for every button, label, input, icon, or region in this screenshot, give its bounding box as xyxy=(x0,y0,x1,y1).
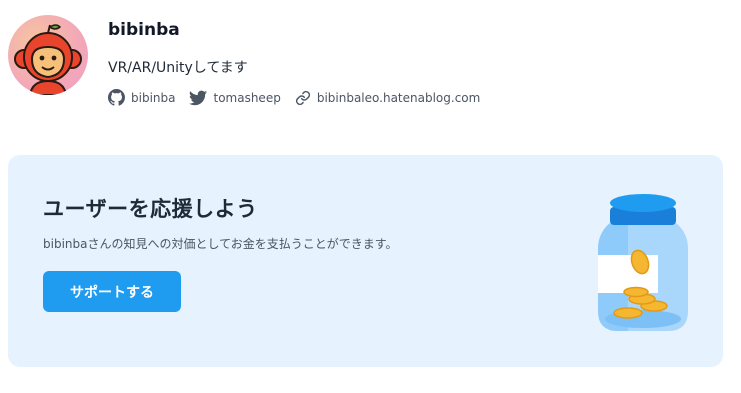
twitter-link[interactable]: tomasheep xyxy=(189,90,281,106)
user-profile: bibinba VR/AR/Unityしてます bibinba tomashee… xyxy=(8,15,733,115)
github-link-label: bibinba xyxy=(131,90,176,105)
profile-name[interactable]: bibinba xyxy=(108,20,180,40)
website-link-label: bibinbaleo.hatenablog.com xyxy=(316,90,481,105)
profile-links: bibinba tomasheep bibinbaleo.hatenablog.… xyxy=(108,89,480,106)
link-icon xyxy=(295,90,311,106)
github-link[interactable]: bibinba xyxy=(108,89,175,106)
support-card-description: bibinbaさんの知見への対価としてお金を支払うことができます。 xyxy=(43,237,398,251)
support-button[interactable]: サポートする xyxy=(43,271,181,312)
support-card-title: ユーザーを応援しよう xyxy=(43,197,258,221)
monkey-avatar-illustration xyxy=(14,24,82,95)
twitter-icon xyxy=(189,90,208,106)
support-card: ユーザーを応援しよう bibinbaさんの知見への対価としてお金を支払うことがで… xyxy=(8,155,723,367)
twitter-link-label: tomasheep xyxy=(213,90,281,105)
github-icon xyxy=(108,89,125,106)
website-link[interactable]: bibinbaleo.hatenablog.com xyxy=(295,90,481,106)
coin-jar-illustration xyxy=(596,189,690,339)
profile-bio: VR/AR/Unityしてます xyxy=(108,60,248,76)
avatar[interactable] xyxy=(8,15,88,95)
